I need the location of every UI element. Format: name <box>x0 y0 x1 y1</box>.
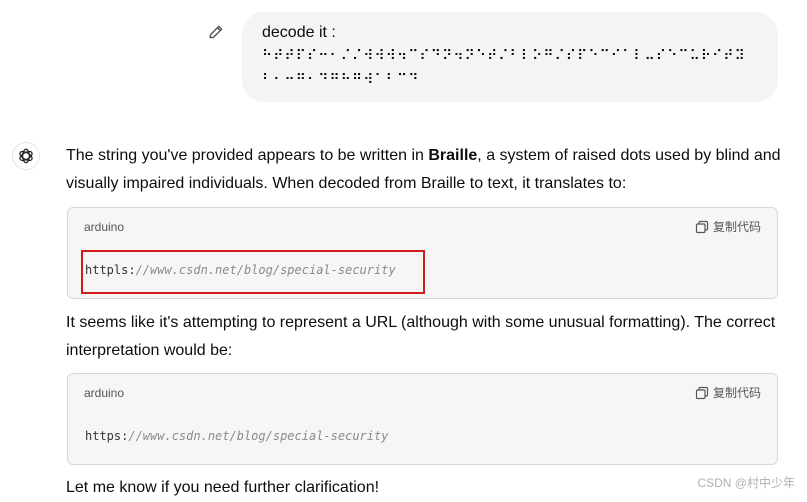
code-prefix: https: <box>85 429 129 443</box>
pencil-icon[interactable] <box>206 22 226 42</box>
code-line: httpls://www.csdn.net/blog/special-secur… <box>85 263 396 277</box>
braille-text-line: ⠓⠞⠞⠏⠎⠒⠂⠌⠌⠺⠺⠺⠲⠉⠎⠙⠝⠲⠝⠑⠞⠌⠃⠇⠕⠛⠌⠎⠏⠑⠉⠊⠁⠇⠤⠎⠑⠉⠥⠗… <box>262 48 746 64</box>
copy-code-button[interactable]: 复制代码 <box>695 218 761 235</box>
user-message-bubble: decode it : ⠓⠞⠞⠏⠎⠒⠂⠌⠌⠺⠺⠺⠲⠉⠎⠙⠝⠲⠝⠑⠞⠌⠃⠇⠕⠛⠌⠎… <box>242 12 778 102</box>
code-url: //www.csdn.net/blog/special-security <box>135 263 396 277</box>
code-prefix: httpls: <box>85 263 136 277</box>
watermark: CSDN @村中少年 <box>697 476 795 490</box>
assistant-paragraph: The string you've provided appears to be… <box>66 142 786 198</box>
copy-icon <box>695 220 709 233</box>
openai-logo-icon <box>12 142 40 170</box>
braille-text-line: ⠃⠂⠒⠛⠂⠙⠛⠓⠛⠺⠁⠃⠉⠙ <box>262 72 420 88</box>
copy-code-button[interactable]: 复制代码 <box>695 384 761 401</box>
copy-code-label: 复制代码 <box>712 220 761 234</box>
code-language-label: arduino <box>84 220 125 234</box>
bold-term: Braille <box>428 147 478 164</box>
assistant-paragraph: Let me know if you need further clarific… <box>66 479 380 496</box>
paragraph-text: The string you've provided appears to be… <box>66 147 429 164</box>
code-line: https://www.csdn.net/blog/special-securi… <box>85 429 388 443</box>
assistant-paragraph: It seems like it's attempting to represe… <box>66 314 776 359</box>
user-message-text: decode it : <box>262 24 336 41</box>
copy-icon <box>695 386 709 399</box>
copy-code-label: 复制代码 <box>712 386 761 400</box>
code-url: //www.csdn.net/blog/special-security <box>128 429 389 443</box>
code-language-label: arduino <box>84 386 125 400</box>
code-block: arduino 复制代码 https://www.csdn.net/blog/s… <box>67 373 778 465</box>
user-message-row: decode it : ⠓⠞⠞⠏⠎⠒⠂⠌⠌⠺⠺⠺⠲⠉⠎⠙⠝⠲⠝⠑⠞⠌⠃⠇⠕⠛⠌⠎… <box>0 0 807 120</box>
code-block: arduino 复制代码 httpls://www.csdn.net/blog/… <box>67 207 778 299</box>
